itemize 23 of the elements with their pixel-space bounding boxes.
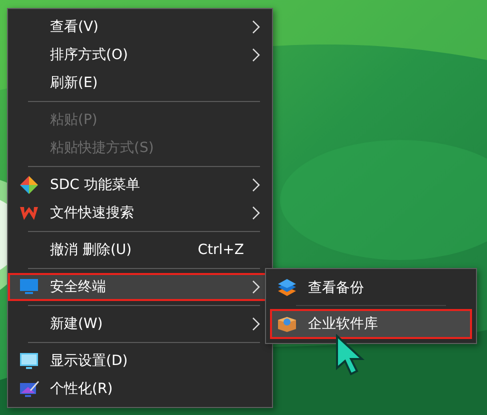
menu-item[interactable]: 查看(V)	[8, 13, 272, 41]
layers-icon	[277, 278, 297, 298]
chevron-icon	[252, 48, 260, 62]
menu-item[interactable]: 企业软件库	[270, 309, 472, 339]
chevron-icon	[252, 206, 260, 220]
menu-item[interactable]: 查看备份	[270, 273, 472, 303]
chevron-icon	[252, 20, 260, 34]
diamond-icon	[19, 175, 39, 195]
menu-item[interactable]: 撤消 删除(U) Ctrl+Z	[8, 236, 272, 264]
menu-item[interactable]: 个性化(R)	[8, 375, 272, 403]
monitor-brush-icon	[19, 379, 39, 399]
chevron-icon	[252, 280, 260, 294]
chevron-icon	[252, 178, 260, 192]
monitor-icon	[19, 351, 39, 371]
menu-item[interactable]: SDC 功能菜单	[8, 171, 272, 199]
box-icon	[277, 314, 297, 334]
chevron-icon	[252, 317, 260, 331]
menu-item[interactable]: 显示设置(D)	[8, 347, 272, 375]
cursor-icon	[335, 334, 365, 376]
menu-item[interactable]: 文件快速搜索	[8, 199, 272, 227]
menu-item[interactable]: 刷新(E)	[8, 69, 272, 97]
monitor-icon	[19, 277, 39, 297]
menu-item[interactable]: 排序方式(O)	[8, 41, 272, 69]
